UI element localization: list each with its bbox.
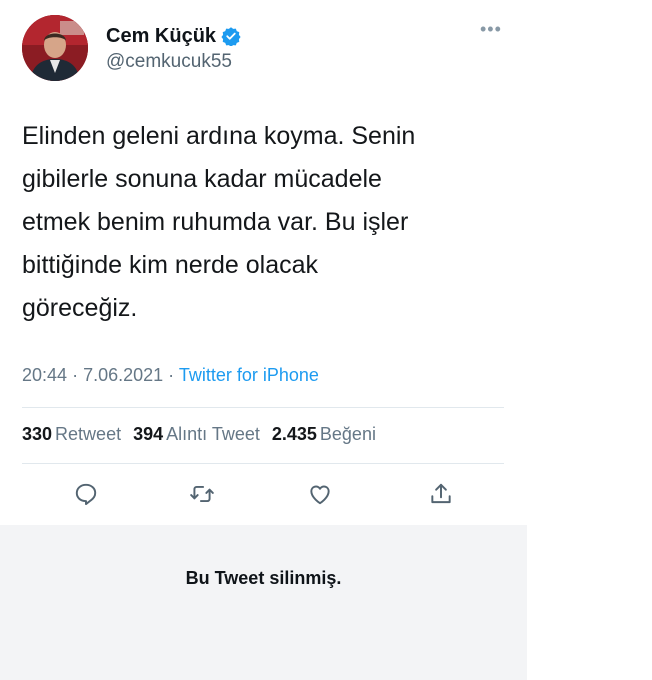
tweet-source-link[interactable]: Twitter for iPhone xyxy=(179,365,319,385)
reply-icon[interactable] xyxy=(70,478,102,510)
divider xyxy=(22,407,504,408)
tweet-actions xyxy=(0,478,527,510)
verified-badge-icon xyxy=(221,26,241,47)
display-name[interactable]: Cem Küçük xyxy=(106,25,216,48)
avatar[interactable] xyxy=(22,15,88,81)
like-stat[interactable]: 2.435 Beğeni xyxy=(272,424,376,445)
like-icon[interactable] xyxy=(304,478,336,510)
tweet-time[interactable]: 20:44 xyxy=(22,365,67,385)
tweet-stats: 330 Retweet 394 Alıntı Tweet 2.435 Beğeni xyxy=(22,424,388,445)
divider xyxy=(22,463,504,464)
share-icon[interactable] xyxy=(425,478,457,510)
retweet-icon[interactable] xyxy=(186,478,218,510)
tweet-date[interactable]: 7.06.2021 xyxy=(83,365,163,385)
retweet-label: Retweet xyxy=(55,424,122,444)
meta-separator: · xyxy=(168,365,175,385)
tweet-card: Cem Küçük @cemkucuk55 ••• Elinden geleni… xyxy=(0,0,527,525)
meta-separator: · xyxy=(72,365,79,385)
retweet-count: 330 xyxy=(22,424,53,444)
tweet-text: Elinden geleni ardına koyma. Senin gibil… xyxy=(22,122,416,322)
tweet-header: Cem Küçük @cemkucuk55 ••• xyxy=(22,15,502,85)
quote-count: 394 xyxy=(133,424,164,444)
author-names: Cem Küçük @cemkucuk55 xyxy=(106,23,241,73)
author-handle[interactable]: @cemkucuk55 xyxy=(106,51,241,73)
deleted-tweet-panel: Bu Tweet silinmiş. xyxy=(0,525,527,680)
more-horizontal-icon[interactable]: ••• xyxy=(480,20,502,38)
retweet-stat[interactable]: 330 Retweet xyxy=(22,424,121,445)
deleted-tweet-notice: Bu Tweet silinmiş. xyxy=(185,568,342,588)
like-label: Beğeni xyxy=(319,424,376,444)
quote-stat[interactable]: 394 Alıntı Tweet xyxy=(133,424,260,445)
tweet-meta: 20:44 · 7.06.2021 · Twitter for iPhone xyxy=(22,365,319,386)
quote-label: Alıntı Tweet xyxy=(166,424,260,444)
like-count: 2.435 xyxy=(271,424,317,444)
